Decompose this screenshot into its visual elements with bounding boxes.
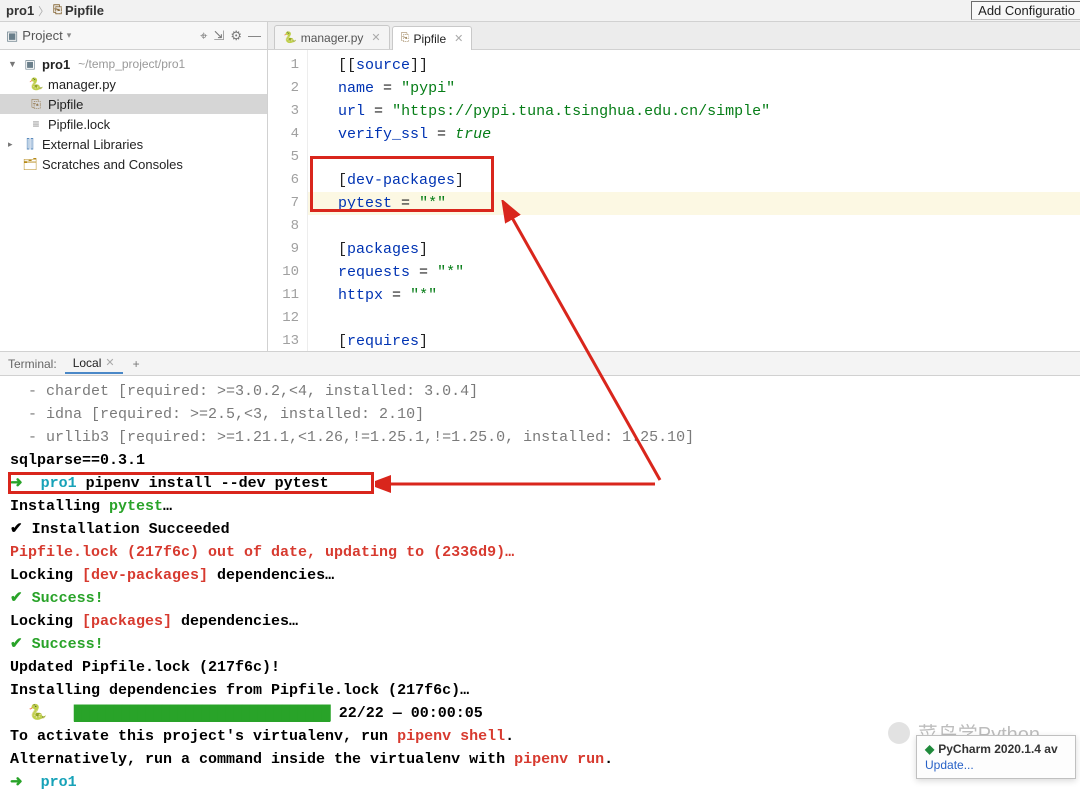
tree-item-pipfile-lock[interactable]: ≡ Pipfile.lock: [0, 114, 267, 134]
tree-item-label: Pipfile.lock: [48, 117, 110, 132]
arrow-icon[interactable]: ▼: [8, 59, 18, 69]
arrow-icon[interactable]: ▸: [8, 139, 18, 150]
code-editor[interactable]: 12345678910111213 [[source]]name = "pypi…: [268, 50, 1080, 351]
tree-item-label: Scratches and Consoles: [42, 157, 183, 172]
pipfile-icon: ⎘: [401, 32, 410, 45]
project-icon: ▣: [6, 28, 18, 44]
line-number-gutter: 12345678910111213: [268, 50, 308, 351]
tree-root-label: pro1: [42, 57, 70, 72]
update-link[interactable]: Update...: [925, 758, 1067, 772]
tab-manager-py[interactable]: 🐍 manager.py ✕: [274, 25, 390, 49]
python-file-icon: 🐍: [283, 31, 297, 44]
tree-scratches[interactable]: 🗂 Scratches and Consoles: [0, 154, 267, 174]
expand-all-icon[interactable]: ⇲: [213, 28, 224, 44]
chevron-down-icon: ▾: [67, 30, 72, 41]
tree-root-path: ~/temp_project/pro1: [78, 57, 185, 71]
tree-item-label: External Libraries: [42, 137, 143, 152]
update-notification[interactable]: ◆ PyCharm 2020.1.4 av Update...: [916, 735, 1076, 779]
project-header: ▣ Project ▾ ⌖ ⇲ ⚙ —: [0, 22, 267, 50]
editor-pane: 🐍 manager.py ✕ ⎘ Pipfile ✕ 1234567891011…: [268, 22, 1080, 351]
editor-tab-bar: 🐍 manager.py ✕ ⎘ Pipfile ✕: [268, 22, 1080, 50]
breadcrumb-file[interactable]: ⎘ Pipfile: [53, 3, 104, 18]
project-view-label: Project: [22, 28, 62, 43]
library-icon: ⫿⫿: [22, 137, 38, 152]
hide-icon[interactable]: —: [248, 28, 261, 44]
tab-pipfile[interactable]: ⎘ Pipfile ✕: [392, 26, 473, 50]
locate-icon[interactable]: ⌖: [200, 28, 207, 44]
pipfile-icon: ⎘: [53, 4, 62, 17]
text-file-icon: ≡: [28, 117, 44, 131]
pipfile-icon: ⎘: [28, 97, 44, 112]
breadcrumb-separator: 〉: [38, 3, 49, 19]
code-content[interactable]: [[source]]name = "pypi"url = "https://py…: [308, 50, 1080, 351]
breadcrumb-bar: pro1 〉 ⎘ Pipfile Add Configuratio: [0, 0, 1080, 22]
tree-item-manager-py[interactable]: 🐍 manager.py: [0, 74, 267, 94]
tree-item-pipfile[interactable]: ⎘ Pipfile: [0, 94, 267, 114]
tab-label: Pipfile: [413, 32, 446, 46]
watermark-icon: [888, 722, 910, 744]
tree-external-libraries[interactable]: ▸ ⫿⫿ External Libraries: [0, 134, 267, 154]
close-icon[interactable]: ✕: [371, 31, 380, 44]
terminal-tab-local[interactable]: Local ✕: [65, 354, 123, 374]
add-terminal-button[interactable]: +: [123, 357, 150, 371]
update-title: PyCharm 2020.1.4 av: [938, 742, 1057, 756]
scratches-icon: 🗂: [22, 157, 38, 171]
tree-root[interactable]: ▼ ▣ pro1 ~/temp_project/pro1: [0, 54, 267, 74]
close-icon[interactable]: ✕: [105, 356, 114, 369]
python-file-icon: 🐍: [28, 77, 44, 91]
tree-item-label: manager.py: [48, 77, 116, 92]
terminal-tab-label: Local: [73, 356, 102, 370]
project-tree[interactable]: ▼ ▣ pro1 ~/temp_project/pro1 🐍 manager.p…: [0, 50, 267, 351]
tree-item-label: Pipfile: [48, 97, 83, 112]
close-icon[interactable]: ✕: [454, 32, 463, 45]
breadcrumb-root-label: pro1: [6, 3, 34, 18]
terminal-title: Terminal:: [0, 357, 65, 371]
gear-icon[interactable]: ⚙: [230, 28, 242, 44]
project-tool-window: ▣ Project ▾ ⌖ ⇲ ⚙ — ▼ ▣ pro1 ~/temp_proj…: [0, 22, 268, 351]
project-view-selector[interactable]: ▣ Project ▾: [6, 28, 71, 44]
add-configuration-button[interactable]: Add Configuratio: [971, 1, 1080, 20]
breadcrumb-file-label: Pipfile: [65, 3, 104, 18]
folder-icon: ▣: [22, 57, 38, 71]
pycharm-icon: ◆: [925, 742, 934, 756]
breadcrumb-root[interactable]: pro1: [6, 3, 34, 18]
terminal-tab-bar: Terminal: Local ✕ +: [0, 352, 1080, 376]
tab-label: manager.py: [301, 31, 364, 45]
